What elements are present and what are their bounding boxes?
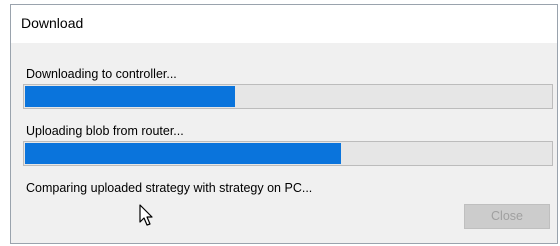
step-downloading-label: Downloading to controller...	[26, 67, 177, 81]
upload-progress-fill	[25, 143, 341, 164]
step-comparing-label: Comparing uploaded strategy with strateg…	[26, 181, 313, 195]
mouse-pointer-icon	[139, 204, 153, 226]
title-bar[interactable]: Download	[11, 5, 557, 43]
upload-progress-bar	[23, 141, 553, 166]
close-button[interactable]: Close	[464, 204, 550, 229]
download-dialog: Download Downloading to controller... Up…	[10, 4, 558, 244]
dialog-title: Download	[21, 15, 84, 31]
download-progress-bar	[23, 84, 553, 109]
download-progress-fill	[25, 86, 236, 107]
step-uploading-label: Uploading blob from router...	[26, 124, 184, 138]
